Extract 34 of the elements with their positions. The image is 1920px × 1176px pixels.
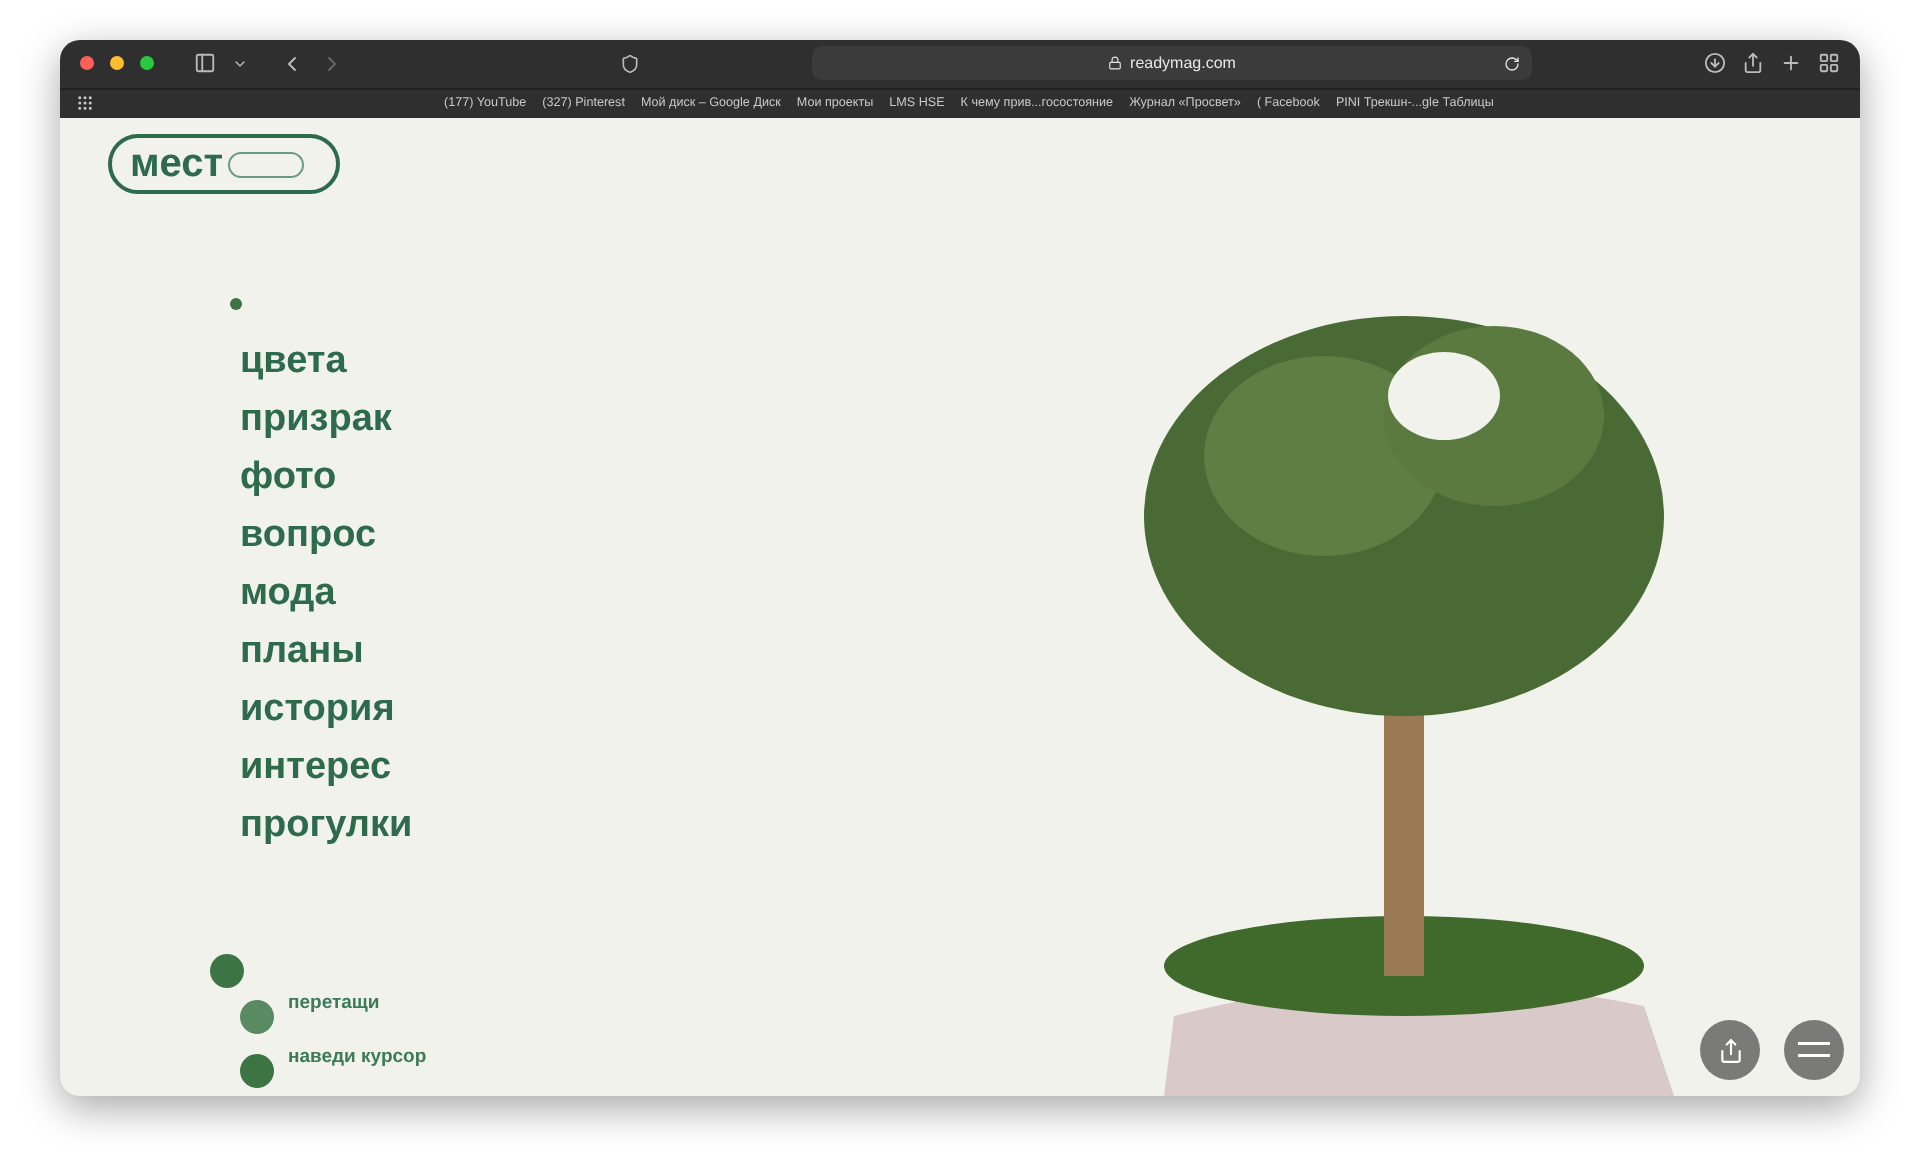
menu-link[interactable]: мода [240, 564, 748, 622]
circle-icon [210, 954, 244, 988]
share-icon[interactable] [1742, 52, 1764, 75]
address-bar[interactable]: readymag.com [812, 46, 1532, 81]
lock-icon [1108, 56, 1123, 71]
tabs-overview-icon[interactable] [1818, 52, 1840, 75]
share-button[interactable] [1700, 1020, 1760, 1080]
minimize-window-button[interactable] [110, 56, 124, 71]
menu-link[interactable]: цвета [240, 332, 748, 390]
shield-icon[interactable] [620, 53, 640, 74]
download-icon[interactable] [1704, 52, 1726, 75]
menu-icon [1798, 1042, 1830, 1058]
url-text: readymag.com [1130, 54, 1236, 73]
share-icon [1717, 1037, 1743, 1063]
logo[interactable]: мест [108, 134, 340, 194]
grid-icon[interactable] [76, 94, 94, 113]
menu-link[interactable]: планы [240, 622, 748, 680]
reload-icon[interactable] [1504, 55, 1520, 72]
hint-text: перетащи [288, 992, 380, 1014]
menu-link[interactable]: интерес [240, 738, 748, 796]
menu-link[interactable]: фото [240, 448, 748, 506]
pill-icon [227, 151, 304, 177]
hint-text: наведи курсор [288, 1046, 427, 1068]
sidebar-icon[interactable] [194, 52, 216, 75]
menu-button[interactable] [1784, 1020, 1844, 1080]
menu-link[interactable]: история [240, 680, 748, 738]
dot-icon [230, 298, 242, 310]
menu-link[interactable]: прогулки [240, 796, 748, 854]
menu-link[interactable]: вопрос [240, 506, 748, 564]
zoom-window-button[interactable] [140, 56, 154, 71]
menu-link[interactable]: призрак [240, 390, 748, 448]
close-window-button[interactable] [80, 56, 94, 71]
new-tab-icon[interactable] [1780, 52, 1802, 75]
logo-text: мест [130, 141, 224, 187]
